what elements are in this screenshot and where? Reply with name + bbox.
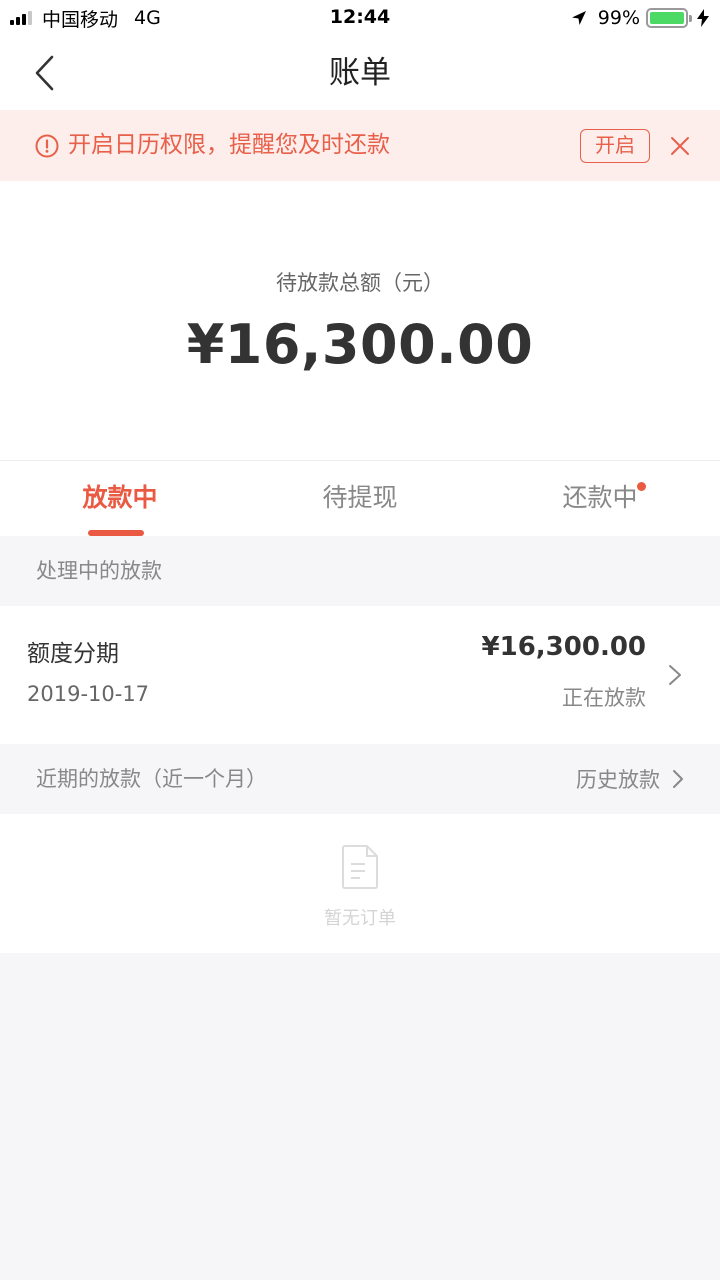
history-label: 历史放款	[576, 768, 660, 792]
loan-status: 正在放款	[562, 686, 646, 710]
alert-circle-icon	[35, 134, 59, 158]
close-icon[interactable]	[669, 135, 691, 157]
list-item[interactable]: 额度分期 2019-10-17 ¥16,300.00 正在放款	[0, 606, 720, 744]
summary-label: 待放款总额（元）	[276, 271, 444, 295]
chevron-right-icon	[669, 665, 681, 685]
chevron-right-icon	[673, 770, 683, 788]
page-title: 账单	[329, 55, 391, 91]
calendar-permission-banner: 开启日历权限，提醒您及时还款 开启	[0, 110, 720, 181]
charging-bolt-icon	[697, 9, 709, 27]
processing-section-title: 处理中的放款	[36, 559, 162, 583]
loan-amount: ¥16,300.00	[481, 632, 646, 662]
tab-disbursing[interactable]: 放款中	[0, 461, 240, 537]
loan-date: 2019-10-17	[27, 682, 150, 706]
recent-section-header: 近期的放款（近一个月） 历史放款	[0, 744, 720, 814]
empty-state: 暂无订单	[0, 814, 720, 953]
loan-name: 额度分期	[27, 641, 119, 667]
notice-text: 开启日历权限，提醒您及时还款	[68, 132, 390, 158]
tab-pending-withdrawal[interactable]: 待提现	[240, 461, 480, 537]
processing-section-header: 处理中的放款	[0, 536, 720, 606]
document-icon	[342, 845, 378, 889]
tab-bar: 放款中 待提现 还款中	[0, 460, 720, 536]
enable-calendar-button[interactable]: 开启	[580, 129, 650, 163]
status-right: 99%	[570, 6, 710, 30]
recent-section-title: 近期的放款（近一个月）	[36, 767, 267, 791]
history-disbursements-link[interactable]: 历史放款	[576, 744, 684, 814]
tab-repaying[interactable]: 还款中	[480, 461, 720, 537]
nav-bar: 账单	[0, 36, 720, 110]
pending-total-summary: 待放款总额（元） ¥16,300.00	[0, 181, 720, 460]
empty-text: 暂无订单	[324, 908, 396, 929]
battery-icon	[646, 8, 692, 28]
tab-badge-dot	[637, 482, 646, 491]
summary-amount: ¥16,300.00	[186, 313, 534, 376]
battery-percent: 99%	[597, 7, 640, 29]
status-bar: 中国移动 4G 12:44 99%	[0, 0, 720, 36]
location-arrow-icon	[571, 11, 586, 25]
